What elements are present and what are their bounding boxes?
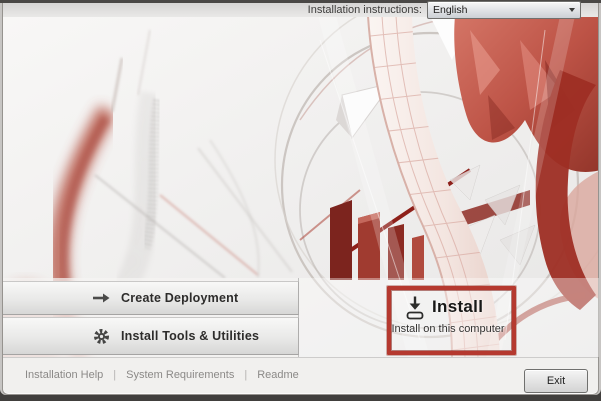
install-label: Install bbox=[432, 297, 483, 317]
chevron-down-icon bbox=[569, 8, 575, 12]
exit-button[interactable]: Exit bbox=[524, 369, 588, 393]
language-dropdown-value: English bbox=[428, 3, 569, 17]
arrow-right-icon bbox=[91, 292, 111, 304]
installation-instructions-label: Installation instructions: bbox=[300, 3, 422, 17]
installation-help-link[interactable]: Installation Help bbox=[25, 369, 103, 381]
create-deployment-label: Create Deployment bbox=[121, 291, 238, 305]
footer-bar: Installation Help | System Requirements … bbox=[3, 357, 598, 393]
download-icon bbox=[404, 295, 426, 325]
create-deployment-button[interactable]: Create Deployment bbox=[3, 281, 299, 315]
install-button[interactable]: Install Install on this computer bbox=[392, 292, 504, 342]
installer-screenshot: Installation instructions: English Creat… bbox=[0, 0, 601, 401]
gear-icon bbox=[91, 327, 111, 346]
footer-links: Installation Help | System Requirements … bbox=[25, 369, 299, 381]
install-description: Install on this computer bbox=[386, 323, 510, 335]
link-separator: | bbox=[113, 369, 116, 381]
readme-link[interactable]: Readme bbox=[257, 369, 299, 381]
install-tools-utilities-button[interactable]: Install Tools & Utilities bbox=[3, 317, 299, 355]
language-dropdown[interactable]: English bbox=[427, 1, 581, 19]
link-separator: | bbox=[244, 369, 247, 381]
install-tools-utilities-label: Install Tools & Utilities bbox=[121, 329, 259, 343]
system-requirements-link[interactable]: System Requirements bbox=[126, 369, 234, 381]
